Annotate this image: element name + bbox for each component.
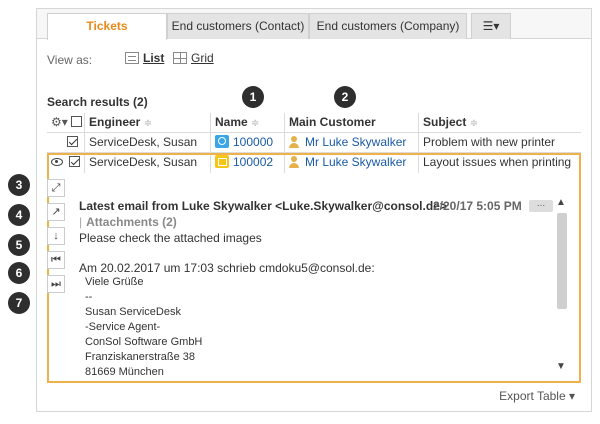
view-list-label: List xyxy=(143,51,165,65)
callout-2: 2 xyxy=(334,86,356,108)
cell-name[interactable]: 100000 xyxy=(211,133,285,153)
sort-icon: ≑ xyxy=(251,118,260,129)
last-icon[interactable]: ⏭ xyxy=(47,275,65,293)
quote-line: -- xyxy=(85,291,93,303)
person-icon xyxy=(289,136,299,148)
header-name[interactable]: Name ≑ xyxy=(211,113,285,133)
quote-line: ConSol Software GmbH xyxy=(85,336,203,348)
header-engineer[interactable]: Engineer ≑ xyxy=(85,113,211,133)
row-checkbox-cell xyxy=(47,133,85,153)
expand-icon[interactable]: ⤢ xyxy=(47,179,65,197)
header-subject-label: Subject xyxy=(423,115,467,129)
callout-6: 6 xyxy=(8,262,30,284)
tab-menu-icon[interactable]: ☰▾ xyxy=(471,13,511,39)
sort-icon: ≑ xyxy=(143,118,153,129)
select-all-checkbox[interactable] xyxy=(71,116,83,127)
tickets-panel: Tickets End customers (Contact) End cust… xyxy=(36,8,592,412)
tab-bar: Tickets End customers (Contact) End cust… xyxy=(37,9,591,40)
quote-line: 81669 München xyxy=(85,366,164,378)
row-checkbox[interactable] xyxy=(67,136,78,147)
table-row[interactable]: ServiceDesk, Susan 100000 Mr Luke Skywal… xyxy=(47,133,581,153)
search-results-count: Search results (2) xyxy=(47,95,148,109)
attachments-label: Attachments (2) xyxy=(86,215,177,229)
tab-tickets[interactable]: Tickets xyxy=(47,13,167,40)
gear-icon[interactable]: ⚙▾ xyxy=(51,115,68,129)
attachments-link[interactable]: | Attachments (2) xyxy=(79,215,177,229)
header-main-customer-label: Main Customer xyxy=(289,115,376,129)
callout-1: 1 xyxy=(242,86,264,108)
open-external-icon[interactable]: ↗ xyxy=(47,203,65,221)
view-grid-option[interactable]: Grid xyxy=(173,51,214,65)
more-icon[interactable]: ... xyxy=(529,199,553,212)
scroll-down-arrow-icon[interactable]: ▼ xyxy=(555,361,567,372)
quote-line: Susan ServiceDesk xyxy=(85,306,181,318)
cell-engineer: ServiceDesk, Susan xyxy=(85,133,211,153)
quote-header: Am 20.02.2017 um 17:03 schrieb cmdoku5@c… xyxy=(79,261,375,275)
list-icon xyxy=(125,52,139,64)
view-grid-label: Grid xyxy=(191,51,214,65)
scroll-up-arrow-icon[interactable]: ▲ xyxy=(555,197,567,208)
header-name-label: Name xyxy=(215,115,248,129)
ticket-link[interactable]: 100000 xyxy=(233,135,273,149)
cell-main-customer[interactable]: Mr Luke Skywalker xyxy=(285,133,419,153)
quote-line: Viele Grüße xyxy=(85,276,144,288)
email-header: Latest email from Luke Skywalker <Luke.S… xyxy=(79,199,447,213)
callout-5: 5 xyxy=(8,234,30,256)
preview-scrollbar[interactable]: ▲ ▼ xyxy=(555,197,567,372)
column-settings[interactable]: ⚙▾ xyxy=(47,113,85,133)
header-main-customer[interactable]: Main Customer xyxy=(285,113,419,133)
scroll-down-icon[interactable]: ↓ xyxy=(47,227,65,245)
header-engineer-label: Engineer xyxy=(89,115,141,129)
tab-end-customers-contact[interactable]: End customers (Contact) xyxy=(167,13,309,39)
callout-3: 3 xyxy=(8,174,30,196)
scrollbar-thumb[interactable] xyxy=(557,213,567,309)
first-icon[interactable]: ⏮ xyxy=(47,251,65,269)
email-date: 2/20/17 5:05 PM xyxy=(433,199,522,213)
view-as-label: View as: xyxy=(47,53,93,67)
table-header-row: ⚙▾ Engineer ≑ Name ≑ Main Customer Subje… xyxy=(47,113,581,133)
ticket-open-icon xyxy=(215,135,229,148)
customer-link[interactable]: Mr Luke Skywalker xyxy=(305,135,406,149)
email-body: Please check the attached images xyxy=(79,231,262,245)
grid-icon xyxy=(173,52,187,64)
header-subject[interactable]: Subject ≑ xyxy=(419,113,581,133)
callout-4: 4 xyxy=(8,204,30,226)
callout-7: 7 xyxy=(8,292,30,314)
tab-end-customers-company[interactable]: End customers (Company) xyxy=(309,13,467,39)
cell-subject: Problem with new printer xyxy=(423,135,556,149)
quote-line: -Service Agent- xyxy=(85,321,161,333)
quoted-text: Viele Grüße -- Susan ServiceDesk -Servic… xyxy=(85,275,202,380)
quote-line: Franziskanerstraße 38 xyxy=(85,351,196,363)
export-table-button[interactable]: Export Table ▾ xyxy=(499,389,575,403)
view-list-option[interactable]: List xyxy=(125,51,164,65)
sort-icon: ≑ xyxy=(469,118,479,129)
